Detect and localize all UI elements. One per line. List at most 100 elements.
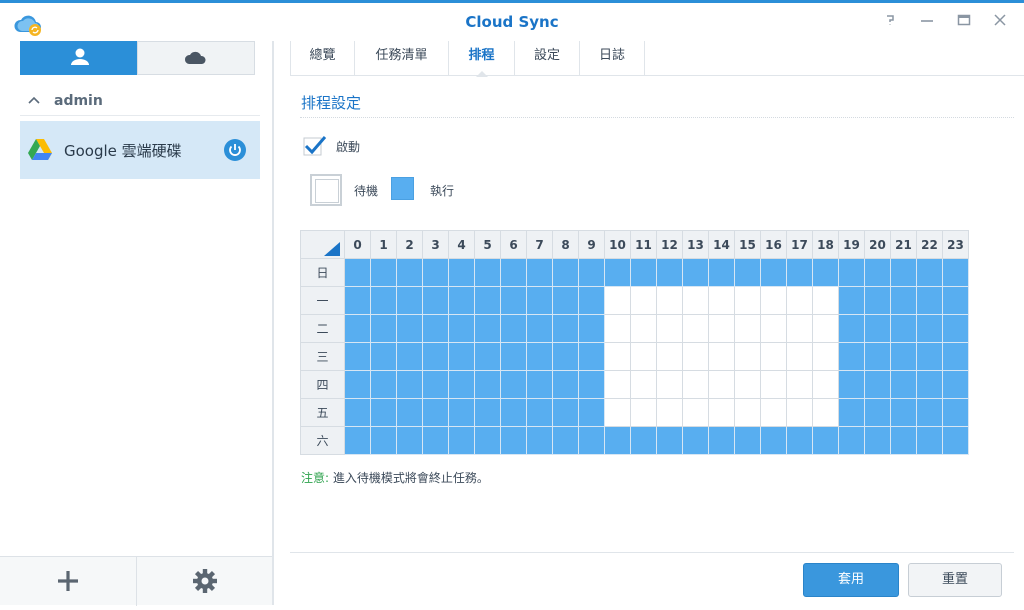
schedule-cell-run[interactable] — [526, 314, 553, 343]
hour-header[interactable]: 1 — [370, 230, 397, 259]
day-header[interactable]: 三 — [300, 342, 345, 371]
schedule-cell-standby[interactable] — [630, 342, 657, 371]
schedule-cell-run[interactable] — [916, 258, 943, 287]
schedule-cell-run[interactable] — [422, 314, 449, 343]
schedule-cell-run[interactable] — [500, 286, 527, 315]
schedule-cell-run[interactable] — [890, 370, 917, 399]
schedule-cell-run[interactable] — [812, 258, 839, 287]
schedule-cell-run[interactable] — [630, 426, 657, 455]
schedule-cell-standby[interactable] — [734, 286, 761, 315]
schedule-cell-run[interactable] — [942, 398, 969, 427]
hour-header[interactable]: 6 — [500, 230, 527, 259]
schedule-cell-run[interactable] — [812, 426, 839, 455]
hour-header[interactable]: 23 — [942, 230, 969, 259]
tab-settings[interactable]: 設定 — [515, 41, 580, 76]
schedule-cell-run[interactable] — [396, 426, 423, 455]
schedule-cell-standby[interactable] — [630, 314, 657, 343]
schedule-cell-run[interactable] — [890, 426, 917, 455]
schedule-cell-run[interactable] — [942, 286, 969, 315]
schedule-cell-run[interactable] — [448, 426, 475, 455]
schedule-cell-run[interactable] — [708, 258, 735, 287]
schedule-cell-run[interactable] — [448, 342, 475, 371]
hour-header[interactable]: 4 — [448, 230, 475, 259]
schedule-cell-run[interactable] — [890, 342, 917, 371]
close-icon[interactable] — [989, 11, 1011, 33]
title-bar[interactable]: Cloud Sync — [0, 3, 1024, 41]
schedule-cell-run[interactable] — [916, 314, 943, 343]
schedule-cell-standby[interactable] — [734, 370, 761, 399]
schedule-cell-run[interactable] — [474, 258, 501, 287]
schedule-cell-standby[interactable] — [682, 342, 709, 371]
schedule-cell-run[interactable] — [552, 314, 579, 343]
minimize-icon[interactable] — [916, 11, 938, 33]
schedule-cell-run[interactable] — [500, 258, 527, 287]
schedule-cell-run[interactable] — [396, 342, 423, 371]
schedule-cell-run[interactable] — [344, 286, 371, 315]
schedule-cell-run[interactable] — [344, 342, 371, 371]
schedule-cell-run[interactable] — [448, 370, 475, 399]
schedule-cell-standby[interactable] — [656, 398, 683, 427]
schedule-cell-run[interactable] — [760, 426, 787, 455]
schedule-cell-standby[interactable] — [708, 314, 735, 343]
schedule-cell-run[interactable] — [344, 398, 371, 427]
schedule-cell-run[interactable] — [500, 342, 527, 371]
schedule-cell-run[interactable] — [474, 342, 501, 371]
schedule-cell-run[interactable] — [422, 286, 449, 315]
schedule-cell-run[interactable] — [916, 370, 943, 399]
hour-header[interactable]: 2 — [396, 230, 423, 259]
schedule-cell-run[interactable] — [682, 426, 709, 455]
power-icon[interactable] — [224, 139, 246, 161]
schedule-cell-run[interactable] — [838, 370, 865, 399]
schedule-cell-run[interactable] — [396, 258, 423, 287]
schedule-cell-run[interactable] — [370, 258, 397, 287]
schedule-cell-run[interactable] — [370, 398, 397, 427]
day-header[interactable]: 日 — [300, 258, 345, 287]
schedule-cell-run[interactable] — [552, 426, 579, 455]
schedule-cell-run[interactable] — [760, 258, 787, 287]
schedule-cell-run[interactable] — [708, 426, 735, 455]
hour-header[interactable]: 20 — [864, 230, 891, 259]
schedule-cell-standby[interactable] — [604, 342, 631, 371]
schedule-cell-run[interactable] — [370, 314, 397, 343]
schedule-cell-run[interactable] — [578, 398, 605, 427]
schedule-cell-standby[interactable] — [760, 342, 787, 371]
schedule-cell-standby[interactable] — [786, 342, 813, 371]
schedule-cell-standby[interactable] — [604, 314, 631, 343]
schedule-cell-run[interactable] — [344, 258, 371, 287]
schedule-cell-run[interactable] — [344, 314, 371, 343]
schedule-cell-run[interactable] — [344, 370, 371, 399]
schedule-cell-run[interactable] — [916, 286, 943, 315]
schedule-cell-standby[interactable] — [656, 286, 683, 315]
schedule-cell-run[interactable] — [526, 258, 553, 287]
schedule-cell-run[interactable] — [890, 314, 917, 343]
task-item-google-drive[interactable]: Google 雲端硬碟 — [20, 121, 260, 179]
schedule-cell-run[interactable] — [864, 314, 891, 343]
schedule-cell-standby[interactable] — [734, 342, 761, 371]
schedule-cell-run[interactable] — [890, 398, 917, 427]
schedule-cell-run[interactable] — [526, 398, 553, 427]
hour-header[interactable]: 3 — [422, 230, 449, 259]
schedule-cell-standby[interactable] — [812, 398, 839, 427]
schedule-cell-run[interactable] — [786, 426, 813, 455]
schedule-cell-run[interactable] — [448, 314, 475, 343]
schedule-cell-standby[interactable] — [708, 342, 735, 371]
schedule-cell-run[interactable] — [578, 370, 605, 399]
schedule-cell-run[interactable] — [396, 370, 423, 399]
day-header[interactable]: 五 — [300, 398, 345, 427]
schedule-cell-run[interactable] — [942, 370, 969, 399]
settings-button[interactable] — [136, 557, 272, 606]
schedule-cell-run[interactable] — [474, 398, 501, 427]
schedule-cell-standby[interactable] — [708, 370, 735, 399]
schedule-cell-run[interactable] — [500, 370, 527, 399]
schedule-cell-run[interactable] — [474, 370, 501, 399]
schedule-cell-run[interactable] — [370, 342, 397, 371]
schedule-cell-run[interactable] — [656, 258, 683, 287]
maximize-icon[interactable] — [953, 11, 975, 33]
hour-header[interactable]: 13 — [682, 230, 709, 259]
schedule-cell-run[interactable] — [526, 370, 553, 399]
hour-header[interactable]: 11 — [630, 230, 657, 259]
schedule-cell-standby[interactable] — [734, 314, 761, 343]
hour-header[interactable]: 5 — [474, 230, 501, 259]
schedule-cell-run[interactable] — [396, 286, 423, 315]
schedule-cell-standby[interactable] — [656, 342, 683, 371]
